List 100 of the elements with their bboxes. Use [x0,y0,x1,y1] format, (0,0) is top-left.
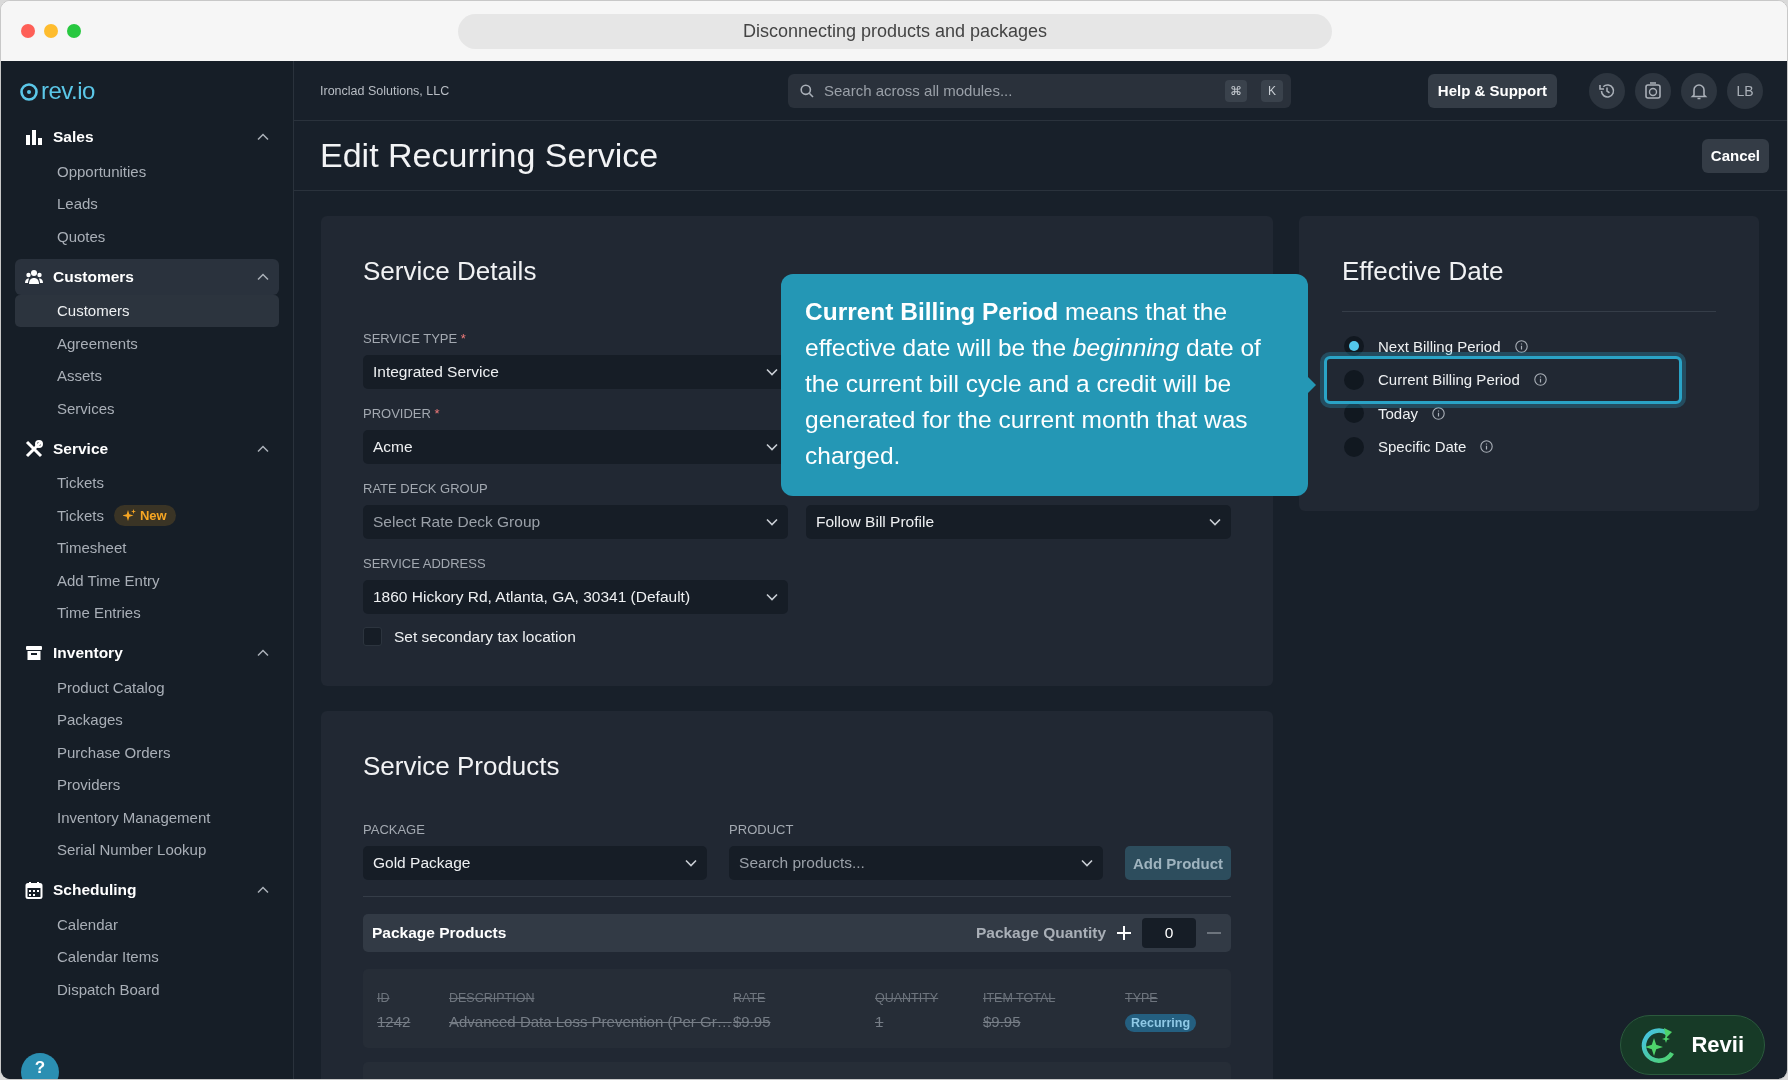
chevron-down-icon [766,518,778,526]
column-header: RATE [733,991,767,1005]
chevron-down-icon [766,368,778,376]
checkbox-label: Set secondary tax location [394,627,576,646]
info-icon [1432,406,1446,420]
sidebar-item[interactable]: Leads [15,187,279,220]
sidebar-group-header[interactable]: Scheduling [15,872,279,908]
sidebar-item[interactable]: Add Time Entry [15,564,279,597]
timer-button[interactable] [1635,72,1671,109]
radio-button[interactable] [1344,403,1364,423]
field-label: PROVIDER * [363,406,441,423]
help-button[interactable]: ? [21,1053,59,1079]
help-support-button[interactable]: Help & Support [1427,73,1557,108]
sidebar-item[interactable]: Serial Number Lookup [15,833,279,866]
window-control[interactable] [44,24,58,38]
field-label: PACKAGE [363,822,426,839]
select-field[interactable]: 1860 Hickory Rd, Atlanta, GA, 30341 (Default) [363,580,788,614]
window-control[interactable] [67,24,81,38]
sidebar-item[interactable]: Time Entries [15,596,279,629]
table-cell-text: 1242 [377,1013,412,1032]
quantity-field[interactable]: 0 [1142,918,1196,948]
sidebar-item[interactable]: Product Catalog [15,671,279,704]
info-icon [1514,339,1528,353]
radio-button[interactable] [1344,336,1364,356]
page-title: Edit Recurring Service [320,136,659,175]
notifications-button[interactable] [1681,72,1717,109]
history-icon [1598,81,1616,100]
package-quantity-label: Package Quantity [975,924,1106,942]
sidebar-item[interactable]: Dispatch Board [15,973,279,1006]
tools-icon [25,439,43,458]
column-header: QUANTITY [875,991,940,1005]
column-header: ID [377,991,391,1005]
chevron-up-icon [257,886,269,894]
sidebar-item[interactable]: Timesheet [15,531,279,564]
bell-icon [1690,81,1708,100]
radio-label: Current Billing Period [1378,371,1520,388]
logo: rev.io [41,77,95,105]
calendar-icon [25,881,43,899]
cancel-button[interactable]: Cancel [1701,138,1769,173]
sidebar-group-header[interactable]: Sales [15,119,279,155]
chevron-down-icon [1081,859,1093,867]
sidebar-item[interactable]: Purchase Orders [15,736,279,769]
chevron-up-icon [257,272,269,281]
radio-label: Next Billing Period [1378,337,1501,355]
chevron-down-icon [766,443,778,451]
sidebar-item-label[interactable]: Tickets [57,506,104,524]
section-title: Service Products [363,751,561,782]
package-products-title: Package Products [372,924,508,942]
search-field[interactable]: Search across all modules... ⌘ K [788,73,1291,108]
radio-label: Specific Date [1378,438,1467,455]
chevron-up-icon [257,649,269,657]
shortcut-key: ⌘ [1225,79,1247,102]
assistant-button[interactable]: Revii [1620,1015,1765,1075]
section-title: Effective Date [1342,256,1505,287]
shortcut-key: K [1261,79,1283,102]
sidebar-item[interactable]: Opportunities [15,155,279,188]
sidebar-item[interactable]: Calendar [15,908,279,941]
sidebar-item[interactable]: Providers [15,768,279,801]
user-avatar[interactable]: LB [1727,72,1763,109]
window-control[interactable] [21,24,35,38]
company-name: Ironclad Solutions, LLC [320,83,451,98]
chevron-up-icon [257,133,269,141]
window-title: Disconnecting products and packages [458,14,1332,49]
tooltip: Current Billing Period means that the effective date will be the beginning date of the current bill cycle and a credit will be generated for the current month that was charged. [781,274,1308,496]
field-label: RATE DECK GROUP [363,481,489,498]
sidebar-item[interactable]: Tickets [15,466,279,499]
radio-label: Today [1378,404,1419,422]
search-icon [800,83,814,98]
sparkle-icon [122,508,136,522]
sidebar-item[interactable]: Services [15,392,279,425]
sidebar-group-header[interactable]: Service [15,430,279,467]
sidebar-item[interactable]: Agreements [15,327,279,360]
checkbox[interactable] [363,627,382,646]
select-field[interactable]: Gold Package [363,846,708,880]
plus-icon[interactable] [1116,925,1132,941]
sidebar-item[interactable]: Calendar Items [15,940,279,973]
chevron-down-icon [766,593,778,601]
sidebar-item[interactable]: Quotes [15,220,279,253]
field-label: SERVICE TYPE * [363,331,467,348]
history-button[interactable] [1589,72,1625,109]
field-label: PRODUCT [729,822,795,839]
tooltip-pointer [1308,377,1316,393]
select-field[interactable]: Select Rate Deck Group [363,505,788,539]
sidebar-group-header[interactable]: Inventory [15,635,279,671]
people-icon [25,267,43,286]
info-icon [1533,373,1547,386]
select-field[interactable]: Follow Bill Profile [806,505,1231,539]
table-cell-text: $9.95 [983,1013,1022,1032]
select-field[interactable]: Search products... [729,846,1103,880]
chevron-down-icon [1209,518,1221,526]
column-header: TYPE [1125,991,1159,1005]
info-icon [1480,440,1494,453]
column-header: DESCRIPTION [449,991,536,1005]
sidebar-item[interactable]: Assets [15,359,279,392]
sidebar-item[interactable]: Customers [15,294,279,327]
sidebar-item[interactable]: Packages [15,703,279,736]
sidebar-item[interactable]: Inventory Management [15,801,279,834]
table-cell-text: 1 [875,1013,885,1032]
sidebar-group-header[interactable]: Customers [15,258,279,295]
table-cell-text: $9.95 [733,1013,772,1032]
